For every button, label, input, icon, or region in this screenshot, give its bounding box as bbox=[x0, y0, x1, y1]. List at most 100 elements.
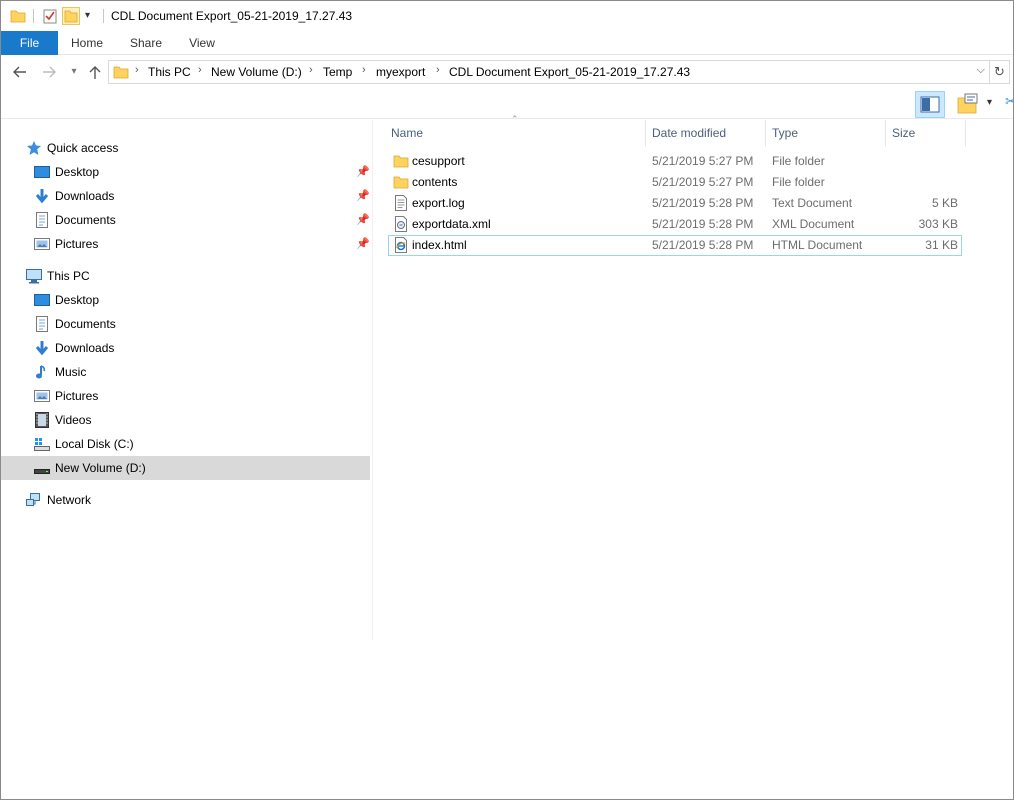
breadcrumb-current-folder[interactable]: CDL Document Export_05-21-2019_17.27.43 bbox=[449, 65, 690, 79]
nav-pc-music[interactable]: Music bbox=[1, 360, 370, 384]
nav-pc-desktop[interactable]: Desktop bbox=[1, 288, 370, 312]
chevron-right-icon: › bbox=[436, 64, 440, 76]
breadcrumb-temp[interactable]: Temp bbox=[323, 65, 352, 79]
address-dropdown-icon[interactable]: ⌵ bbox=[977, 64, 985, 77]
nav-network[interactable]: Network bbox=[1, 488, 370, 512]
navigation-row: ▾ › This PC › New Volume (D:) › Temp › m… bbox=[1, 55, 1013, 89]
nav-qa-documents[interactable]: Documents 📌 bbox=[1, 208, 370, 232]
refresh-icon[interactable]: ↻ bbox=[990, 60, 1010, 84]
tab-share[interactable]: Share bbox=[125, 31, 167, 55]
star-icon bbox=[26, 140, 42, 156]
breadcrumb-this-pc[interactable]: This PC bbox=[148, 65, 191, 79]
back-arrow-icon[interactable] bbox=[10, 63, 30, 81]
column-header-date-modified[interactable]: Date modified bbox=[646, 120, 765, 146]
nav-label: Documents bbox=[55, 213, 116, 227]
folder-icon bbox=[113, 64, 129, 80]
pictures-icon bbox=[34, 388, 50, 404]
network-icon bbox=[26, 492, 42, 508]
up-arrow-icon[interactable] bbox=[85, 63, 105, 81]
nav-label: Pictures bbox=[55, 389, 99, 403]
nav-pc-downloads[interactable]: Downloads bbox=[1, 336, 370, 360]
title-bar: ▾ CDL Document Export_05-21-2019_17.27.4… bbox=[1, 1, 1013, 31]
new-folder-icon[interactable] bbox=[62, 7, 80, 25]
this-pc-icon bbox=[26, 268, 42, 284]
tab-view[interactable]: View bbox=[185, 31, 219, 55]
file-name: exportdata.xml bbox=[412, 217, 491, 231]
file-date: 5/21/2019 5:27 PM bbox=[652, 175, 754, 189]
navigation-pane: Quick access Desktop 📌 Downloads 📌 Docum… bbox=[1, 120, 371, 799]
properties-icon[interactable] bbox=[41, 7, 59, 25]
file-type: HTML Document bbox=[772, 238, 863, 252]
nav-label: Network bbox=[47, 493, 92, 507]
separator bbox=[103, 9, 104, 23]
pin-icon[interactable]: 📌 bbox=[356, 165, 370, 178]
file-date: 5/21/2019 5:28 PM bbox=[652, 196, 754, 210]
file-name: export.log bbox=[412, 196, 465, 210]
breadcrumb-myexport[interactable]: myexport bbox=[376, 65, 425, 79]
address-bar[interactable]: › This PC › New Volume (D:) › Temp › mye… bbox=[108, 60, 990, 84]
file-row[interactable]: exportdata.xml 5/21/2019 5:28 PM XML Doc… bbox=[385, 214, 965, 235]
downloads-icon bbox=[34, 188, 50, 204]
column-header-type[interactable]: Type bbox=[766, 120, 885, 146]
file-date: 5/21/2019 5:27 PM bbox=[652, 154, 754, 168]
view-options-chevron-icon[interactable]: ▾ bbox=[987, 97, 992, 108]
recent-locations-chevron-icon[interactable]: ▾ bbox=[64, 63, 84, 81]
pin-icon[interactable]: 📌 bbox=[356, 213, 370, 226]
nav-label: Documents bbox=[55, 317, 116, 331]
xml-file-icon bbox=[393, 216, 409, 232]
preview-pane-icon[interactable] bbox=[915, 91, 945, 118]
nav-pc-pictures[interactable]: Pictures bbox=[1, 384, 370, 408]
tab-file[interactable]: File bbox=[1, 31, 58, 55]
desktop-icon bbox=[34, 292, 50, 308]
chevron-right-icon: › bbox=[309, 64, 313, 76]
drive-icon bbox=[34, 460, 50, 476]
desktop-icon bbox=[34, 164, 50, 180]
nav-label: Videos bbox=[55, 413, 92, 427]
file-row[interactable]: export.log 5/21/2019 5:28 PM Text Docume… bbox=[385, 193, 965, 214]
pane-divider[interactable] bbox=[372, 120, 373, 640]
folder-icon bbox=[393, 174, 409, 190]
customize-toolbar-icon[interactable]: ▾ bbox=[85, 7, 103, 25]
nav-pc-new-volume[interactable]: New Volume (D:) bbox=[1, 456, 370, 480]
chevron-right-icon: › bbox=[198, 64, 202, 76]
nav-qa-desktop[interactable]: Desktop 📌 bbox=[1, 160, 370, 184]
nav-label: Pictures bbox=[55, 237, 99, 251]
nav-this-pc[interactable]: This PC bbox=[1, 264, 370, 288]
file-size: 303 KB bbox=[918, 217, 958, 231]
nav-qa-downloads[interactable]: Downloads 📌 bbox=[1, 184, 370, 208]
tab-home[interactable]: Home bbox=[67, 31, 107, 55]
file-row[interactable]: index.html 5/21/2019 5:28 PM HTML Docume… bbox=[388, 235, 962, 256]
explorer-window: ▾ CDL Document Export_05-21-2019_17.27.4… bbox=[0, 0, 1014, 800]
file-name: contents bbox=[412, 175, 458, 189]
column-separator[interactable] bbox=[965, 120, 966, 146]
nav-label: Local Disk (C:) bbox=[55, 437, 134, 451]
file-date: 5/21/2019 5:28 PM bbox=[652, 238, 754, 252]
change-view-icon[interactable] bbox=[955, 92, 979, 116]
nav-label: Desktop bbox=[55, 293, 100, 307]
column-header-size[interactable]: Size bbox=[886, 120, 965, 146]
file-list: ⌃ Name Date modified Type Size cesupport… bbox=[385, 114, 1013, 799]
text-file-icon bbox=[393, 195, 409, 211]
file-type: File folder bbox=[772, 175, 825, 189]
help-cut-icon[interactable]: ✂ bbox=[1005, 93, 1013, 110]
nav-label: Quick access bbox=[47, 141, 119, 155]
nav-pc-documents[interactable]: Documents bbox=[1, 312, 370, 336]
nav-label: Downloads bbox=[55, 189, 115, 203]
file-size: 31 KB bbox=[925, 238, 958, 252]
nav-pc-local-disk[interactable]: Local Disk (C:) bbox=[1, 432, 370, 456]
breadcrumb-new-volume[interactable]: New Volume (D:) bbox=[211, 65, 302, 79]
forward-arrow-icon[interactable] bbox=[39, 63, 59, 81]
column-header-name[interactable]: Name bbox=[385, 120, 645, 146]
nav-qa-pictures[interactable]: Pictures 📌 bbox=[1, 232, 370, 256]
nav-label: Downloads bbox=[55, 341, 115, 355]
pin-icon[interactable]: 📌 bbox=[356, 189, 370, 202]
layout-toolbar: ▾ ✂ bbox=[1, 89, 1013, 119]
file-row[interactable]: contents 5/21/2019 5:27 PM File folder bbox=[385, 172, 965, 193]
nav-pc-videos[interactable]: Videos bbox=[1, 408, 370, 432]
file-row[interactable]: cesupport 5/21/2019 5:27 PM File folder bbox=[385, 151, 965, 172]
ie-html-icon bbox=[393, 237, 409, 253]
pin-icon[interactable]: 📌 bbox=[356, 237, 370, 250]
nav-quick-access[interactable]: Quick access bbox=[1, 136, 370, 160]
downloads-icon bbox=[34, 340, 50, 356]
file-size: 5 KB bbox=[931, 196, 958, 210]
